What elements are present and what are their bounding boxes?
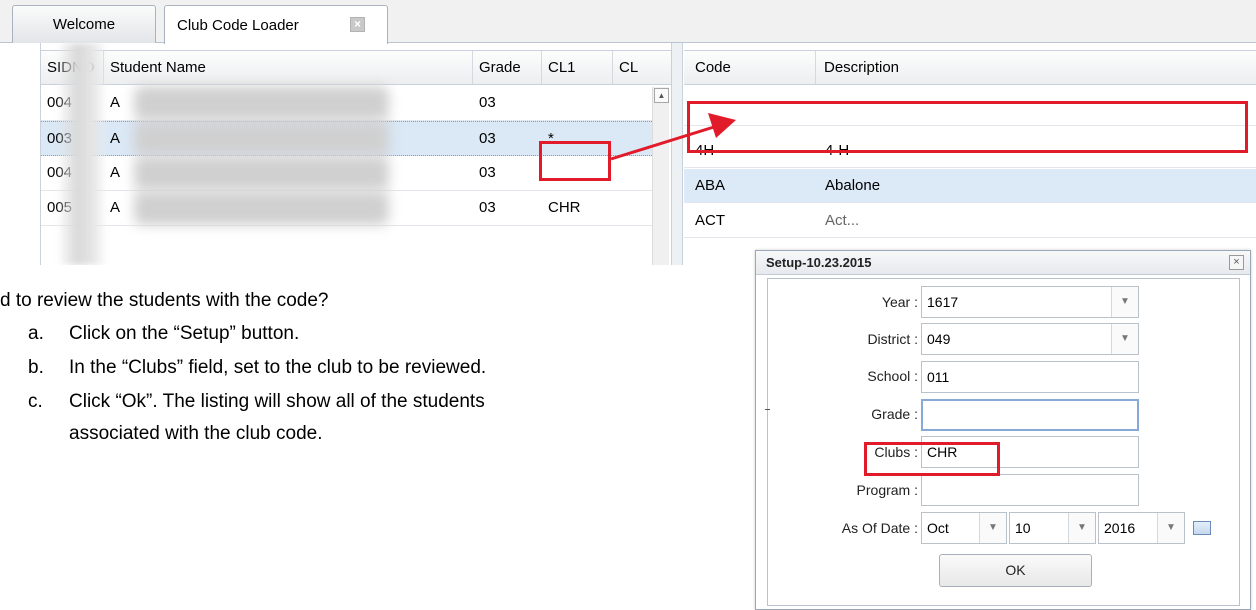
cell-cl1[interactable]: CHR [542, 191, 612, 225]
column-header-description[interactable]: Description [816, 51, 1256, 84]
as-of-date-label: As Of Date : [841, 520, 918, 536]
tab-bar: Welcome Club Code Loader × [0, 0, 1256, 44]
divider [765, 409, 770, 410]
cell-cl1[interactable] [542, 86, 612, 120]
ok-button[interactable]: OK [939, 554, 1092, 587]
district-select[interactable]: 049 ▼ [921, 323, 1139, 355]
school-label: School : [867, 368, 918, 384]
annotation-box-clubs-field [864, 442, 1000, 476]
grade-label: Grade : [871, 406, 918, 422]
redaction-blur-sidno [59, 43, 105, 265]
redaction-blur-name [134, 121, 389, 155]
district-label: District : [867, 331, 918, 347]
vertical-scrollbar[interactable]: ▲ [652, 87, 669, 265]
table-row-selected[interactable]: ABA Abalone [684, 169, 1256, 203]
year-date-value: 2016 [1104, 520, 1136, 536]
column-header-code[interactable]: Code [684, 51, 816, 84]
tab-club-code-loader-label: Club Code Loader [177, 16, 299, 34]
day-value: 10 [1015, 520, 1031, 536]
step-text: In the “Clubs” field, set to the club to… [69, 357, 487, 378]
chevron-down-icon[interactable]: ▼ [1157, 513, 1184, 543]
step-letter: c. [28, 391, 43, 412]
cell-code: ACT [695, 212, 725, 229]
table-row[interactable]: ACT Act... [684, 204, 1256, 238]
column-header-student-name[interactable]: Student Name [104, 51, 473, 84]
step-text: associated with the club code. [69, 423, 323, 444]
program-label: Program : [856, 482, 918, 498]
tab-welcome[interactable]: Welcome [12, 5, 156, 43]
redaction-blur-name [134, 191, 389, 225]
cell-code: ABA [695, 177, 726, 194]
annotation-box-cl1-cell [539, 141, 611, 181]
year-date-select[interactable]: 2016 ▼ [1098, 512, 1185, 544]
month-value: Oct [927, 520, 949, 536]
year-value: 1617 [927, 294, 959, 310]
month-select[interactable]: Oct ▼ [921, 512, 1007, 544]
cell-grade: 03 [479, 94, 496, 111]
step-letter: a. [28, 323, 44, 344]
grade-field[interactable] [921, 399, 1139, 431]
tab-welcome-label: Welcome [52, 16, 116, 33]
school-field[interactable]: 011 [921, 361, 1139, 393]
cell-grade: 03 [479, 199, 496, 216]
instruction-question: d to review the students with the code? [0, 290, 329, 311]
close-icon[interactable]: × [1229, 255, 1244, 270]
year-select[interactable]: 1617 ▼ [921, 286, 1139, 318]
column-header-grade[interactable]: Grade [473, 51, 542, 84]
day-select[interactable]: 10 ▼ [1009, 512, 1096, 544]
club-code-grid: Code Description 4H 4-H ABA Abalone ACT … [684, 43, 1256, 265]
redaction-blur-name [134, 86, 389, 120]
calendar-icon[interactable] [1193, 521, 1211, 535]
year-label: Year : [881, 294, 918, 310]
setup-dialog: Setup-10.23.2015 × Year : 1617 ▼ Distric… [755, 250, 1251, 610]
district-value: 049 [927, 331, 951, 347]
step-letter: b. [28, 357, 44, 378]
pane-splitter[interactable] [671, 43, 683, 265]
tab-club-code-loader[interactable]: Club Code Loader × [164, 5, 388, 44]
redaction-blur-name [134, 156, 389, 190]
cell-grade: 03 [479, 130, 496, 147]
annotation-box-new-code-row [687, 101, 1248, 153]
column-header-cl2[interactable]: CL [613, 51, 671, 84]
program-field[interactable] [921, 474, 1139, 506]
step-text: Click “Ok”. The listing will show all of… [69, 391, 485, 412]
setup-dialog-title[interactable]: Setup-10.23.2015 [756, 251, 1250, 275]
club-code-grid-header: Code Description [684, 50, 1256, 85]
cell-description: Abalone [825, 177, 881, 194]
step-text: Click on the “Setup” button. [69, 323, 300, 344]
scroll-up-icon[interactable]: ▲ [654, 88, 669, 103]
tab-close-icon[interactable]: × [350, 17, 365, 32]
cell-description: Act... [825, 212, 860, 229]
chevron-down-icon[interactable]: ▼ [1111, 324, 1138, 354]
cell-grade: 03 [479, 164, 496, 181]
setup-form: Year : 1617 ▼ District : 049 ▼ School : … [767, 278, 1240, 606]
chevron-down-icon[interactable]: ▼ [1068, 513, 1095, 543]
student-grid-header: SIDNO Student Name Grade CL1 CL [41, 50, 671, 85]
chevron-down-icon[interactable]: ▼ [1111, 287, 1138, 317]
chevron-down-icon[interactable]: ▼ [979, 513, 1006, 543]
column-header-cl1[interactable]: CL1 [542, 51, 613, 84]
